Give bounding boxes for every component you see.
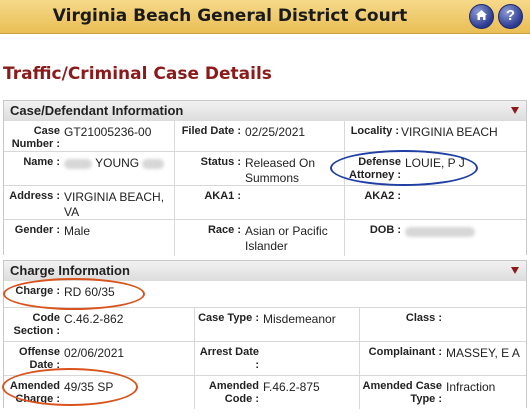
offense-date-value: 02/06/2021: [64, 346, 125, 360]
amended-charge-value: 49/35 SP: [64, 380, 114, 394]
case-section-title: Case/Defendant Information: [10, 103, 184, 118]
page-title: Traffic/Criminal Case Details: [3, 64, 272, 84]
offense-date-label: Offense Date :: [19, 346, 60, 371]
charge-row-4: Amended Charge : 49/35 SP Amended Code :…: [4, 376, 526, 409]
case-type-label: Case Type :: [198, 312, 259, 324]
status-label: Status :: [200, 156, 241, 168]
dob-value: [405, 224, 475, 239]
charge-row-3: Offense Date : 02/06/2021 Arrest Date : …: [4, 342, 526, 376]
charge-details-grid: Charge : RD 60/35 Code Section : C.46.2-…: [3, 281, 527, 409]
defense-attorney-value: LOUIE, P J: [405, 156, 465, 170]
charge-row-1: Charge : RD 60/35: [4, 281, 526, 308]
complainant-label: Complainant :: [368, 346, 442, 358]
filed-date-value: 02/25/2021: [245, 125, 306, 139]
race-value: Asian or Pacific Islander: [245, 224, 328, 253]
case-type-value: Misdemeanor: [263, 312, 336, 326]
gender-value: Male: [64, 224, 91, 238]
code-section-value: C.46.2-862: [64, 312, 124, 326]
code-section-label: Code Section :: [13, 312, 60, 337]
case-number-label: Case Number :: [11, 125, 60, 150]
last-name: YOUNG: [95, 156, 140, 170]
collapse-arrow-icon[interactable]: [511, 107, 519, 114]
name-value: YOUNG: [64, 156, 165, 171]
charge-label: Charge :: [15, 285, 60, 297]
class-label: Class :: [405, 312, 442, 324]
court-title: Virginia Beach General District Court: [52, 6, 408, 26]
help-icon[interactable]: ?: [498, 4, 523, 29]
arrest-date-label: Arrest Date :: [199, 346, 259, 371]
case-row-1: Case Number : GT21005236-00 Filed Date :…: [4, 121, 526, 152]
amended-case-type-label: Amended Case Type :: [362, 380, 442, 405]
redacted-dob: [405, 226, 475, 237]
aka1-label: AKA1 :: [204, 190, 241, 202]
charge-value: RD 60/35: [64, 285, 115, 299]
amended-code-value: F.46.2-875: [263, 380, 320, 394]
redacted-first-name: [64, 158, 92, 169]
top-bar: Virginia Beach General District Court ?: [0, 0, 530, 34]
defense-attorney-label: Defense Attorney :: [349, 156, 401, 181]
redacted-middle-name: [142, 158, 165, 169]
case-section-header[interactable]: Case/Defendant Information: [3, 100, 527, 122]
name-label: Name :: [23, 156, 60, 168]
filed-date-label: Filed Date :: [181, 125, 241, 137]
charge-row-2: Code Section : C.46.2-862 Case Type : Mi…: [4, 308, 526, 342]
case-number-value: GT21005236-00: [64, 125, 152, 139]
aka2-label: AKA2 :: [364, 190, 401, 202]
case-row-4: Gender : Male Race : Asian or Pacific Is…: [4, 220, 526, 256]
gender-label: Gender :: [14, 224, 60, 236]
charge-section-header[interactable]: Charge Information: [3, 260, 527, 282]
status-value: Released On Summons: [245, 156, 316, 185]
race-label: Race :: [207, 224, 241, 236]
amended-case-type-value: Infraction: [446, 380, 496, 394]
address-label: Address :: [9, 190, 60, 202]
collapse-arrow-icon[interactable]: [511, 267, 519, 274]
locality-value: VIRGINIA BEACH: [401, 125, 498, 139]
dob-label: DOB :: [369, 224, 401, 236]
amended-charge-label: Amended Charge :: [9, 380, 60, 405]
case-row-2: Name : YOUNG Status : Released On Summon…: [4, 152, 526, 186]
case-details-grid: Case Number : GT21005236-00 Filed Date :…: [3, 121, 527, 256]
amended-code-label: Amended Code :: [208, 380, 259, 405]
case-row-3: Address : VIRGINIA BEACH, VA AKA1 : AKA2…: [4, 186, 526, 233]
locality-label: Locality :: [350, 125, 399, 137]
home-icon[interactable]: [469, 4, 494, 29]
charge-section-title: Charge Information: [10, 263, 130, 278]
complainant-value: MASSEY, E A: [446, 346, 520, 360]
